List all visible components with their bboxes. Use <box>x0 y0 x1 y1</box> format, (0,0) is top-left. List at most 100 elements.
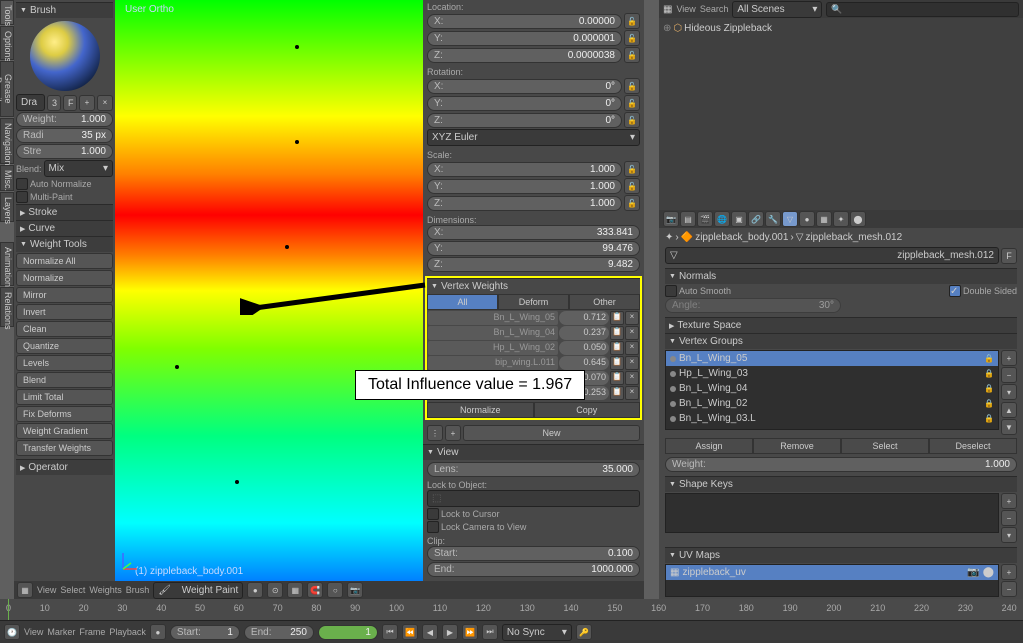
paste-icon[interactable]: 📋 <box>610 386 624 400</box>
vertex-group-list[interactable]: Bn_L_Wing_05🔒Hp_L_Wing_03🔒Bn_L_Wing_04🔒B… <box>665 350 999 430</box>
uv-list[interactable]: ▦zippleback_uv📷⬤ <box>665 564 999 597</box>
layers-vis-icon[interactable]: ▦ <box>287 582 303 598</box>
vw-group-name[interactable]: Hp_L_Wing_02 <box>428 341 558 355</box>
prop-tab-physics-icon[interactable]: ⬤ <box>850 211 866 227</box>
wt-invert[interactable]: Invert <box>16 304 113 320</box>
vg-add-icon[interactable]: + <box>1001 350 1017 366</box>
clip-end[interactable]: End:1000.000 <box>427 562 640 577</box>
wt-clean[interactable]: Clean <box>16 321 113 337</box>
mesh-name-field[interactable]: ▽zippleback_mesh.012 <box>665 247 999 264</box>
editor-type-icon[interactable]: ▦ <box>17 582 33 598</box>
uv-remove-icon[interactable]: − <box>1001 581 1017 597</box>
vw-group-name[interactable]: Bn_L_Wing_05 <box>428 311 558 325</box>
brush-fake-user[interactable]: F <box>63 95 77 111</box>
sk-remove-icon[interactable]: − <box>1001 510 1017 526</box>
lock-icon[interactable]: 🔓 <box>624 47 640 63</box>
lock-icon[interactable]: 🔓 <box>624 13 640 29</box>
wt-weight-gradient[interactable]: Weight Gradient <box>16 423 113 439</box>
weight-tools-header[interactable]: Weight Tools <box>16 236 113 252</box>
wt-normalize[interactable]: Normalize <box>16 270 113 286</box>
multi-paint-check[interactable] <box>16 191 28 203</box>
texture-space-header[interactable]: Texture Space <box>665 317 1017 333</box>
scale-y[interactable]: Y:1.000 <box>427 179 622 194</box>
proportional-icon[interactable]: ○ <box>327 582 343 598</box>
editor-type-icon[interactable]: 🕐 <box>4 624 20 640</box>
vw-normalize-button[interactable]: Normalize <box>427 402 534 418</box>
hdr-view-menu[interactable]: View <box>37 585 56 595</box>
lock-camera-check[interactable] <box>427 521 439 533</box>
fake-user-button[interactable]: F <box>1001 248 1017 264</box>
mode-dropdown[interactable]: 🖌Weight Paint <box>153 582 243 599</box>
auto-keyframe-icon[interactable]: ● <box>150 624 166 640</box>
brush-preview[interactable] <box>30 21 100 91</box>
sk-menu-icon[interactable]: ▾ <box>1001 527 1017 543</box>
vw-tab-deform[interactable]: Deform <box>498 294 569 310</box>
blend-dropdown[interactable]: Mix▾ <box>44 160 113 177</box>
rot-y[interactable]: Y:0° <box>427 96 622 111</box>
select-button[interactable]: Select <box>841 438 929 454</box>
vtab-rel[interactable]: Relations <box>0 287 14 327</box>
vg-browse-icon[interactable]: ⋮ <box>427 425 443 441</box>
normals-header[interactable]: Normals <box>665 268 1017 284</box>
wt-limit-total[interactable]: Limit Total <box>16 389 113 405</box>
remove-button[interactable]: Remove <box>753 438 841 454</box>
clip-start[interactable]: Start:0.100 <box>427 546 640 561</box>
start-frame[interactable]: Start:1 <box>170 625 240 640</box>
lens-field[interactable]: Lens:35.000 <box>427 462 640 477</box>
vg-remove-icon[interactable]: − <box>1001 367 1017 383</box>
tml-frame-menu[interactable]: Frame <box>79 627 105 637</box>
wt-quantize[interactable]: Quantize <box>16 338 113 354</box>
current-frame[interactable]: 1 <box>318 625 378 640</box>
wt-blend[interactable]: Blend <box>16 372 113 388</box>
render-preview-icon[interactable]: 📷 <box>347 582 363 598</box>
deselect-button[interactable]: Deselect <box>929 438 1017 454</box>
area-splitter[interactable] <box>644 0 659 612</box>
vg-move-up-icon[interactable]: ▲ <box>1001 402 1017 418</box>
auto-smooth-check[interactable] <box>665 285 677 297</box>
outliner-search[interactable]: 🔍 <box>826 2 1019 17</box>
brush-panel-header[interactable]: Brush <box>16 2 113 18</box>
prop-tab-data-icon[interactable]: ▽ <box>782 211 798 227</box>
dim-x[interactable]: X:333.841 <box>427 225 640 240</box>
vg-item[interactable]: Hp_L_Wing_03🔒 <box>666 366 998 381</box>
vg-add-icon[interactable]: + <box>445 425 461 441</box>
editor-type-icon[interactable]: ▦ <box>663 4 672 15</box>
lock-icon[interactable]: 🔓 <box>624 78 640 94</box>
snap-icon[interactable]: 🧲 <box>307 582 323 598</box>
lock-icon[interactable]: 🔓 <box>624 178 640 194</box>
paste-icon[interactable]: 📋 <box>610 341 624 355</box>
pivot-icon[interactable]: ⊙ <box>267 582 283 598</box>
vtab-grease[interactable]: Grease Pencil <box>0 61 14 117</box>
vw-value[interactable]: 0.645 <box>559 356 609 370</box>
hdr-select-menu[interactable]: Select <box>60 585 85 595</box>
scale-z[interactable]: Z:1.000 <box>427 196 622 211</box>
vtab-misc[interactable]: Misc. <box>0 165 14 191</box>
delete-icon[interactable]: × <box>625 311 639 325</box>
shape-keys-list[interactable] <box>665 493 999 533</box>
prop-tab-world-icon[interactable]: 🌐 <box>714 211 730 227</box>
vg-item[interactable]: Bn_L_Wing_05🔒 <box>666 351 998 366</box>
loc-x[interactable]: X:0.00000 <box>427 14 622 29</box>
vw-copy-button[interactable]: Copy <box>534 402 641 418</box>
uv-item[interactable]: ▦zippleback_uv📷⬤ <box>666 565 998 580</box>
jump-end-icon[interactable]: ⏭ <box>482 624 498 640</box>
lock-cursor-check[interactable] <box>427 508 439 520</box>
vg-new-button[interactable]: New <box>463 425 640 441</box>
hdr-brush-menu[interactable]: Brush <box>126 585 150 595</box>
prop-tab-particle-icon[interactable]: ✦ <box>833 211 849 227</box>
strength-slider[interactable]: Stre1.000 <box>16 144 113 159</box>
vtab-tools[interactable]: Tools <box>0 0 14 25</box>
brush-name-field[interactable]: Dra <box>16 94 45 111</box>
vertex-groups-header[interactable]: Vertex Groups <box>665 333 1017 349</box>
timeline-ruler[interactable]: 0102030405060708090100110120130140150160… <box>0 599 1023 621</box>
keyframe-prev-icon[interactable]: ⏪ <box>402 624 418 640</box>
sk-add-icon[interactable]: + <box>1001 493 1017 509</box>
play-reverse-icon[interactable]: ◀ <box>422 624 438 640</box>
uv-add-icon[interactable]: + <box>1001 564 1017 580</box>
delete-icon[interactable]: × <box>625 386 639 400</box>
shading-solid-icon[interactable]: ● <box>247 582 263 598</box>
vg-move-down-icon[interactable]: ▼ <box>1001 419 1017 435</box>
uv-maps-header[interactable]: UV Maps <box>665 547 1017 563</box>
delete-icon[interactable]: × <box>625 371 639 385</box>
tml-playback-menu[interactable]: Playback <box>109 627 146 637</box>
